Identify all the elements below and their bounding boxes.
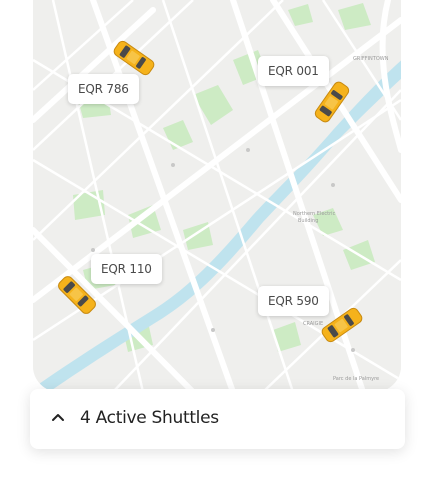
svg-text:Building: Building (298, 218, 318, 224)
map-view[interactable]: GRIFFINTOWN CRAIGIE Northern Electric Bu… (33, 0, 401, 392)
panel-title: 4 Active Shuttles (80, 408, 219, 428)
vehicle-label[interactable]: EQR 110 (91, 254, 162, 284)
vehicle-label[interactable]: EQR 001 (258, 56, 329, 86)
active-shuttles-panel[interactable]: 4 Active Shuttles (30, 389, 405, 449)
svg-text:Parc de la Palmyre: Parc de la Palmyre (333, 376, 379, 382)
chevron-up-icon[interactable] (50, 409, 66, 425)
vehicle-label[interactable]: EQR 590 (258, 286, 329, 316)
svg-text:Northern Electric: Northern Electric (293, 211, 336, 217)
svg-text:GRIFFINTOWN: GRIFFINTOWN (353, 56, 389, 62)
vehicle-label[interactable]: EQR 786 (68, 74, 139, 104)
svg-text:CRAIGIE: CRAIGIE (303, 321, 323, 327)
